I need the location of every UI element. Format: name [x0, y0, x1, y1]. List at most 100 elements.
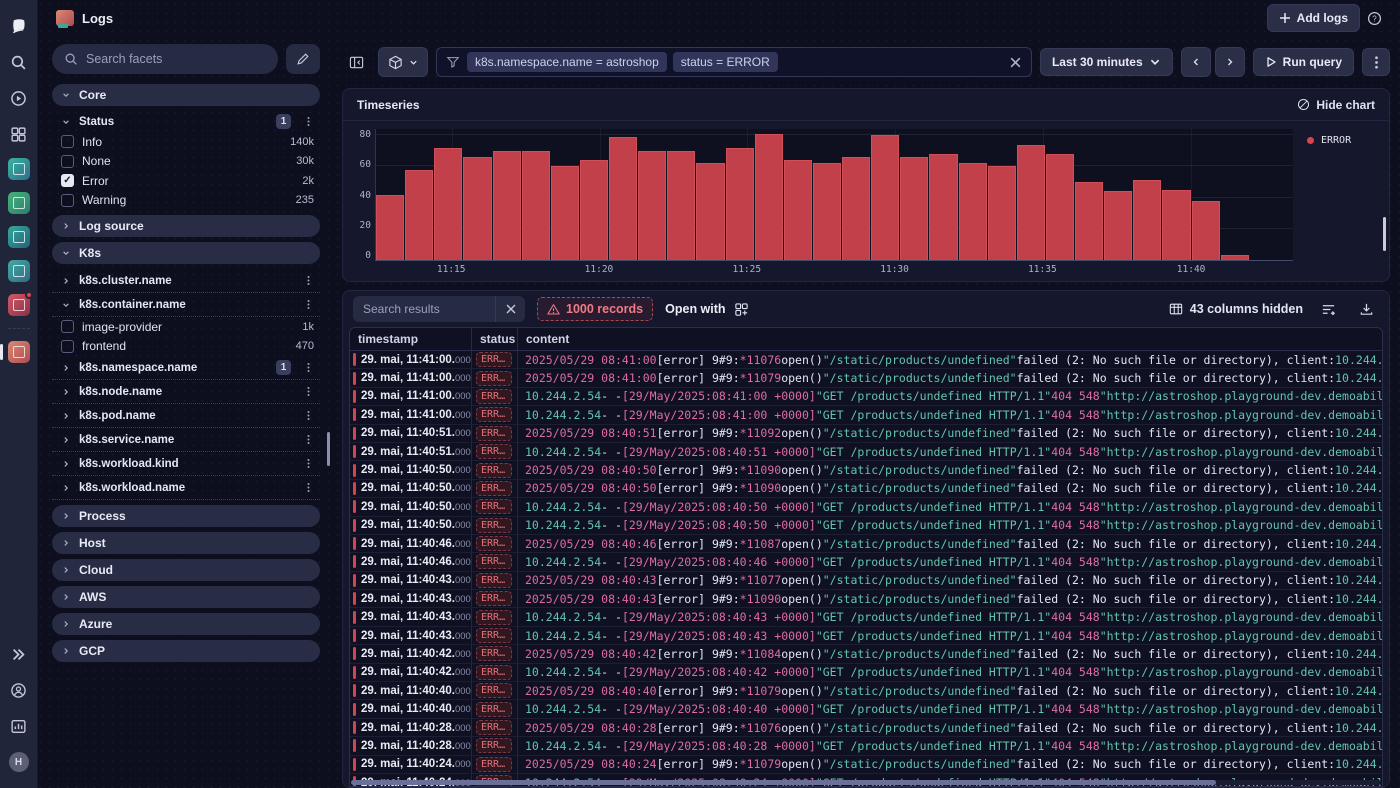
chart-bar[interactable] — [1075, 182, 1103, 260]
facet-menu-button[interactable] — [300, 360, 316, 376]
facet-menu-button[interactable] — [300, 297, 316, 313]
dynatrace-logo-icon[interactable] — [6, 13, 32, 39]
table-row[interactable]: 29. mai, 11:40:50.000ERROR2025/05/29 08:… — [350, 461, 1382, 479]
play-circle-icon[interactable] — [6, 85, 32, 111]
table-row[interactable]: 29. mai, 11:40:43.000ERROR2025/05/29 08:… — [350, 572, 1382, 590]
checkbox[interactable] — [61, 340, 74, 353]
facet-section-azure[interactable]: Azure — [52, 613, 320, 635]
column-header-content[interactable]: content — [518, 328, 1382, 350]
facet-section-aws[interactable]: AWS — [52, 586, 320, 608]
chart-bar[interactable] — [696, 163, 724, 260]
chart-bar[interactable] — [434, 148, 462, 260]
chart-bar[interactable] — [842, 157, 870, 260]
facet-menu-button[interactable] — [300, 408, 316, 424]
clear-query-button[interactable] — [1009, 56, 1022, 69]
status-badge[interactable]: ERROR — [476, 702, 512, 717]
chart-bar[interactable] — [1017, 145, 1045, 260]
status-badge[interactable]: ERROR — [476, 499, 512, 514]
time-range-selector[interactable]: Last 30 minutes — [1040, 48, 1173, 76]
search-icon[interactable] — [6, 49, 32, 75]
chart-bar[interactable] — [376, 195, 404, 261]
facet-k8s-pod-name[interactable]: k8s.pod.name — [52, 404, 320, 428]
table-row[interactable]: 29. mai, 11:40:28.000ERROR10.244.2.54 - … — [350, 737, 1382, 755]
status-badge[interactable]: ERROR — [476, 426, 512, 441]
checkbox[interactable] — [61, 194, 74, 207]
chart-bar[interactable] — [900, 157, 928, 260]
facet-section-gcp[interactable]: GCP — [52, 640, 320, 662]
facet-k8s-namespace-name[interactable]: k8s.namespace.name1 — [52, 356, 320, 380]
format-lines-button[interactable] — [1315, 296, 1341, 322]
records-count-badge[interactable]: 1000 records — [537, 297, 653, 321]
status-badge[interactable]: ERROR — [476, 628, 512, 643]
table-row[interactable]: 29. mai, 11:40:51.000ERROR10.244.2.54 - … — [350, 443, 1382, 461]
legend-item-error[interactable]: ERROR — [1307, 135, 1379, 146]
chart-bar[interactable] — [667, 151, 695, 260]
table-row[interactable]: 29. mai, 11:40:42.000ERROR2025/05/29 08:… — [350, 645, 1382, 663]
help-button[interactable]: ? — [1360, 4, 1388, 32]
clear-search-results-button[interactable] — [495, 296, 525, 322]
status-badge[interactable]: ERROR — [476, 646, 512, 661]
table-row[interactable]: 29. mai, 11:40:40.000ERROR10.244.2.54 - … — [350, 700, 1382, 718]
facet-menu-button[interactable] — [300, 384, 316, 400]
chart-bar[interactable] — [1221, 255, 1249, 260]
status-badge[interactable]: ERROR — [476, 738, 512, 753]
facet-section-cloud[interactable]: Cloud — [52, 559, 320, 581]
search-results-input[interactable]: Search results — [353, 296, 495, 322]
table-row[interactable]: 29. mai, 11:41:00.000ERROR2025/05/29 08:… — [350, 351, 1382, 369]
chart-bar[interactable] — [522, 151, 550, 260]
facet-option-frontend[interactable]: frontend470 — [52, 337, 320, 357]
facet-k8s-workload-name[interactable]: k8s.workload.name — [52, 476, 320, 500]
hide-chart-button[interactable]: Hide chart — [1297, 98, 1375, 112]
facet-menu-button[interactable] — [300, 432, 316, 448]
checkbox[interactable] — [61, 320, 74, 333]
facet-option-none[interactable]: None30k — [52, 152, 320, 172]
status-badge[interactable]: ERROR — [476, 610, 512, 625]
facet-menu-button[interactable] — [300, 480, 316, 496]
table-row[interactable]: 29. mai, 11:40:50.000ERROR10.244.2.54 - … — [350, 498, 1382, 516]
checkbox[interactable]: ✓ — [61, 174, 74, 187]
run-query-button[interactable]: Run query — [1253, 48, 1354, 76]
facet-section-k8s[interactable]: K8s — [52, 242, 320, 264]
table-row[interactable]: 29. mai, 11:40:46.000ERROR2025/05/29 08:… — [350, 535, 1382, 553]
add-logs-button[interactable]: Add logs — [1267, 4, 1360, 32]
time-prev-button[interactable] — [1181, 47, 1211, 77]
column-header-timestamp[interactable]: timestamp — [350, 328, 472, 350]
insights-icon[interactable] — [6, 713, 32, 739]
table-row[interactable]: 29. mai, 11:40:43.000ERROR10.244.2.54 - … — [350, 608, 1382, 626]
filter-chip-0[interactable]: k8s.namespace.name = astroshop — [467, 52, 667, 72]
facet-section-host[interactable]: Host — [52, 532, 320, 554]
metrics-app-icon[interactable] — [8, 192, 30, 214]
status-badge[interactable]: ERROR — [476, 554, 512, 569]
table-row[interactable]: 29. mai, 11:41:00.000ERROR10.244.2.54 - … — [350, 406, 1382, 424]
apps-grid-icon[interactable] — [6, 121, 32, 147]
status-badge[interactable]: ERROR — [476, 518, 512, 533]
facet-option-warning[interactable]: Warning235 — [52, 191, 320, 211]
table-row[interactable]: 29. mai, 11:40:51.000ERROR2025/05/29 08:… — [350, 425, 1382, 443]
columns-hidden-button[interactable]: 43 columns hidden — [1169, 302, 1303, 316]
collapse-sidebar-button[interactable] — [342, 48, 370, 76]
chart-bar[interactable] — [726, 148, 754, 260]
kubernetes-app-icon[interactable] — [8, 158, 30, 180]
facet-option-error[interactable]: ✓Error2k — [52, 171, 320, 191]
table-row[interactable]: 29. mai, 11:40:24.000ERROR2025/05/29 08:… — [350, 756, 1382, 774]
services-app-icon[interactable] — [8, 226, 30, 248]
clouds-app-icon[interactable] — [8, 260, 30, 282]
scope-selector[interactable] — [378, 47, 428, 77]
query-more-button[interactable] — [1362, 48, 1390, 76]
chart-bar[interactable] — [1162, 190, 1190, 260]
download-button[interactable] — [1353, 296, 1379, 322]
chart-scrollbar[interactable] — [1383, 217, 1386, 251]
status-badge[interactable]: ERROR — [476, 463, 512, 478]
chart-bar[interactable] — [551, 166, 579, 260]
facet-section-core[interactable]: Core — [52, 84, 320, 106]
status-badge[interactable]: ERROR — [476, 591, 512, 606]
chart-bar[interactable] — [493, 151, 521, 260]
sidebar-scrollbar[interactable] — [327, 432, 330, 466]
chart-bar[interactable] — [813, 163, 841, 260]
status-badge[interactable]: ERROR — [476, 481, 512, 496]
table-row[interactable]: 29. mai, 11:41:00.000ERROR2025/05/29 08:… — [350, 369, 1382, 387]
chart-bar[interactable] — [638, 151, 666, 260]
facet-search-input[interactable]: Search facets — [52, 44, 278, 74]
facet-option-info[interactable]: Info140k — [52, 132, 320, 152]
chart-bar[interactable] — [1046, 154, 1074, 260]
